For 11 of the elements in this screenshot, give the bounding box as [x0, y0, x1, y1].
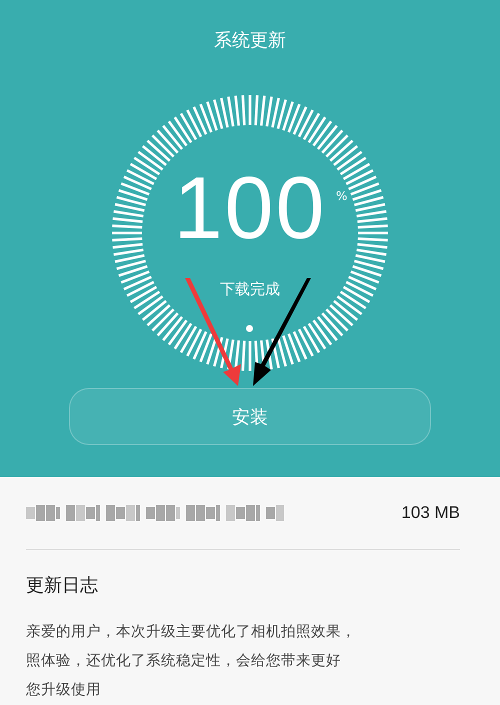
- section-heading: 更新日志: [26, 574, 99, 598]
- status-text: 下载完成: [220, 279, 280, 299]
- install-button[interactable]: 安装: [69, 388, 431, 445]
- progress-value: 100: [174, 163, 326, 253]
- percent-sign: %: [336, 189, 348, 203]
- screen-title: 系统更新: [214, 29, 286, 53]
- dot-icon: [246, 325, 253, 332]
- file-size: 103 MB: [401, 503, 460, 523]
- changelog-line: 亲爱的用户，本次升级主要优化了相机拍照效果，: [26, 622, 357, 642]
- changelog-line: 照体验，还优化了系统稳定性，会给您带来更好: [26, 652, 342, 671]
- changelog-line: 您升级使用: [26, 681, 102, 700]
